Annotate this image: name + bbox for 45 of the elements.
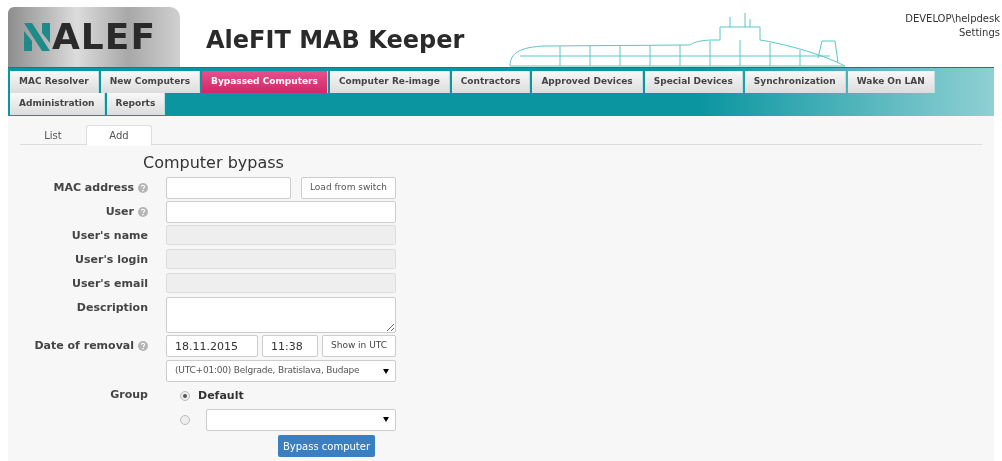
field-label: Description xyxy=(76,299,148,316)
help-icon[interactable] xyxy=(138,207,148,217)
user-name: DEVELOP\helpdesk xyxy=(905,12,1000,26)
bypass-computer-button[interactable]: Bypass computer xyxy=(278,435,375,457)
nav-tab[interactable]: Bypassed Computers xyxy=(202,71,328,93)
field-label: MAC address xyxy=(53,179,134,196)
field-label: Group xyxy=(110,386,148,403)
date-field[interactable]: 18.11.2015 xyxy=(166,335,258,357)
nav-tab[interactable]: New Computers xyxy=(100,71,201,93)
radio-button[interactable] xyxy=(180,391,190,402)
nav-tab[interactable]: Computer Re-image xyxy=(329,71,450,93)
field-label: User xyxy=(105,203,134,220)
app-title: AleFIT MAB Keeper xyxy=(206,24,465,56)
logo-text: ALEF xyxy=(52,19,156,55)
nav-tab[interactable]: MAC Resolver xyxy=(10,71,99,93)
user-field[interactable] xyxy=(166,201,396,223)
nav-tab[interactable]: Approved Devices xyxy=(532,71,643,93)
description-field[interactable] xyxy=(166,297,396,333)
show-in-utc-button[interactable]: Show in UTC xyxy=(322,335,396,357)
logo-mark-icon xyxy=(24,23,50,51)
nav-tab[interactable]: Special Devices xyxy=(644,71,743,93)
settings-link[interactable]: Settings xyxy=(959,26,1000,40)
nav-tab[interactable]: Wake On LAN xyxy=(847,71,935,93)
nav-tab[interactable]: Contractors xyxy=(451,71,531,93)
nav-tab[interactable]: Administration xyxy=(10,93,105,115)
field-label: Date of removal xyxy=(34,337,134,354)
radio-button[interactable] xyxy=(180,414,190,425)
sub-tab[interactable]: Add xyxy=(86,125,152,146)
timezone-dropdown[interactable]: (UTC+01:00) Belgrade, Bratislava, Budape xyxy=(166,360,396,382)
load-from-switch-button[interactable]: Load from switch xyxy=(301,177,396,199)
field-label: User's email xyxy=(72,275,148,292)
time-field[interactable]: 11:38 xyxy=(262,335,318,357)
help-icon[interactable] xyxy=(138,183,148,193)
sub-tab[interactable]: List xyxy=(20,125,86,146)
nav-tab[interactable]: Reports xyxy=(106,93,166,115)
field-label: User's name xyxy=(71,227,148,244)
help-icon[interactable] xyxy=(138,341,148,351)
form-title: Computer bypass xyxy=(143,153,284,172)
caret-icon xyxy=(383,417,389,422)
group-dropdown[interactable] xyxy=(206,408,396,431)
caret-icon xyxy=(383,368,389,374)
field-label: User's login xyxy=(75,251,148,268)
nav-tab[interactable]: Synchronization xyxy=(744,71,846,93)
radio-label: Default xyxy=(198,388,244,404)
mac-address-field[interactable] xyxy=(166,177,291,199)
